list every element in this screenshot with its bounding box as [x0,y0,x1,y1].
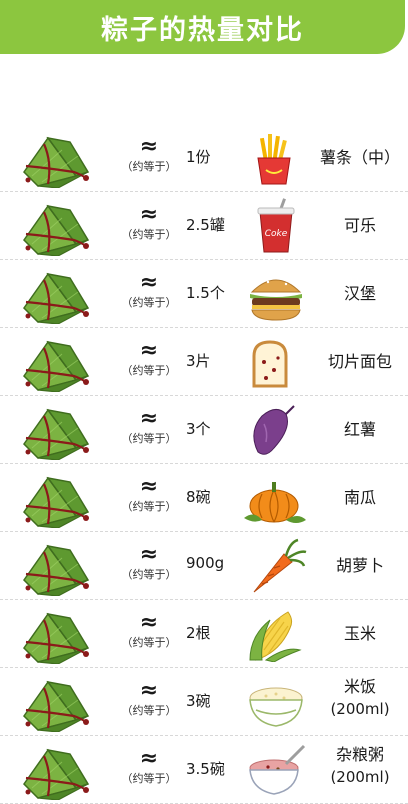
food-volume: (200ml) [330,768,390,786]
approx-note: （约等于） [121,636,177,649]
cola-icon: Coke [257,198,295,253]
approx-group: ≈ （约等于） [120,610,178,650]
approx-symbol: ≈ [139,134,159,159]
food-name-text: 杂粮粥 [335,745,384,764]
quantity-label: 8碗 [186,488,211,506]
zongzi-icon [23,272,90,324]
approx-group: ≈ （约等于） [120,270,178,310]
food-name-text: 胡萝卜 [335,556,384,575]
food-name-text: 薯条（中） [319,148,400,167]
food-name-text: 可乐 [343,216,376,235]
zongzi-icon [23,748,90,800]
page-title: 粽子的热量对比 [101,14,304,46]
food-name-text: 切片面包 [327,352,392,371]
quantity-label: 3.5碗 [186,760,225,778]
food-name: 杂粮粥 (200ml) [312,744,408,788]
zongzi-icon [23,340,90,392]
approx-symbol: ≈ [139,202,159,227]
title-banner: 粽子的热量对比 [0,0,405,54]
approx-symbol: ≈ [139,270,159,295]
list-item: ≈ （约等于） 1份 薯条（中） [0,124,408,192]
approx-note: （约等于） [121,500,177,513]
approx-group: ≈ （约等于） [120,134,178,174]
approx-symbol: ≈ [139,338,159,363]
quantity-label: 1.5个 [186,284,225,302]
zongzi-icon [23,612,90,664]
list-item: ≈ （约等于） 3.5碗 杂粮粥 (200ml) [0,736,408,804]
approx-note: （约等于） [121,772,177,785]
list-item: ≈ （约等于） 2根 玉米 [0,600,408,668]
list-item: ≈ （约等于） 900g 胡萝卜 [0,532,408,600]
approx-note: （约等于） [121,160,177,173]
approx-group: ≈ （约等于） [120,338,178,378]
quantity-label: 900g [186,554,225,572]
food-name: 可乐 [312,212,408,236]
approx-group: ≈ （约等于） [120,202,178,242]
fries-icon [257,134,291,185]
quantity-label: 3碗 [186,692,211,710]
quantity-label: 2根 [186,624,211,642]
food-name: 玉米 [312,620,408,644]
quantity-label: 3片 [186,352,211,370]
list-item: ≈ （约等于） 3个 红薯 [0,396,408,464]
approx-group: ≈ （约等于） [120,678,178,718]
zongzi-icon [23,476,90,528]
approx-symbol: ≈ [139,610,159,635]
approx-symbol: ≈ [139,542,159,567]
list-item: ≈ （约等于） 3碗 米饭 (200ml) [0,668,408,736]
burger-icon [250,276,302,321]
zongzi-icon [23,544,90,596]
approx-symbol: ≈ [139,746,159,771]
list-item: ≈ （约等于） 2.5罐 Coke 可乐 [0,192,408,260]
approx-note: （约等于） [121,228,177,241]
food-name-text: 南瓜 [343,488,376,507]
food-name: 南瓜 [312,484,408,508]
approx-group: ≈ （约等于） [120,474,178,514]
bread-icon [252,340,288,388]
approx-group: ≈ （约等于） [120,406,178,446]
food-name: 汉堡 [312,280,408,304]
approx-note: （约等于） [121,568,177,581]
carrot-icon [253,538,307,593]
approx-group: ≈ （约等于） [120,542,178,582]
pumpkin-icon [244,482,306,523]
rice-bowl-icon [249,687,303,727]
zongzi-icon [23,408,90,460]
zongzi-icon [23,680,90,732]
food-name: 米饭 (200ml) [312,676,408,720]
food-name-text: 米饭 [343,677,376,696]
svg-text:Coke: Coke [265,229,288,239]
approx-note: （约等于） [121,296,177,309]
food-name-text: 红薯 [343,420,376,439]
list-item: ≈ （约等于） 1.5个 汉堡 [0,260,408,328]
list-item: ≈ （约等于） 3片 切片面包 [0,328,408,396]
food-name: 切片面包 [312,348,408,372]
page: 粽子的热量对比 ≈ （约等于） 1份 薯条（中） ≈ （约等于） 2.5罐 Co… [0,0,408,804]
approx-note: （约等于） [121,704,177,717]
quantity-label: 2.5罐 [186,216,225,234]
sweet-potato-icon [253,405,295,455]
food-name-text: 汉堡 [343,284,376,303]
quantity-label: 3个 [186,420,211,438]
corn-icon [249,611,302,662]
zongzi-icon [23,204,90,256]
zongzi-icon [23,136,90,188]
quantity-label: 1份 [186,148,211,166]
approx-note: （约等于） [121,364,177,377]
food-name: 红薯 [312,416,408,440]
list-item: ≈ （约等于） 8碗 南瓜 [0,464,408,532]
food-name-text: 玉米 [343,624,376,643]
approx-group: ≈ （约等于） [120,746,178,786]
approx-note: （约等于） [121,432,177,445]
food-volume: (200ml) [330,700,390,718]
approx-symbol: ≈ [139,406,159,431]
porridge-icon [249,744,306,795]
food-name: 薯条（中） [312,144,408,168]
approx-symbol: ≈ [139,474,159,499]
food-name: 胡萝卜 [312,552,408,576]
approx-symbol: ≈ [139,678,159,703]
